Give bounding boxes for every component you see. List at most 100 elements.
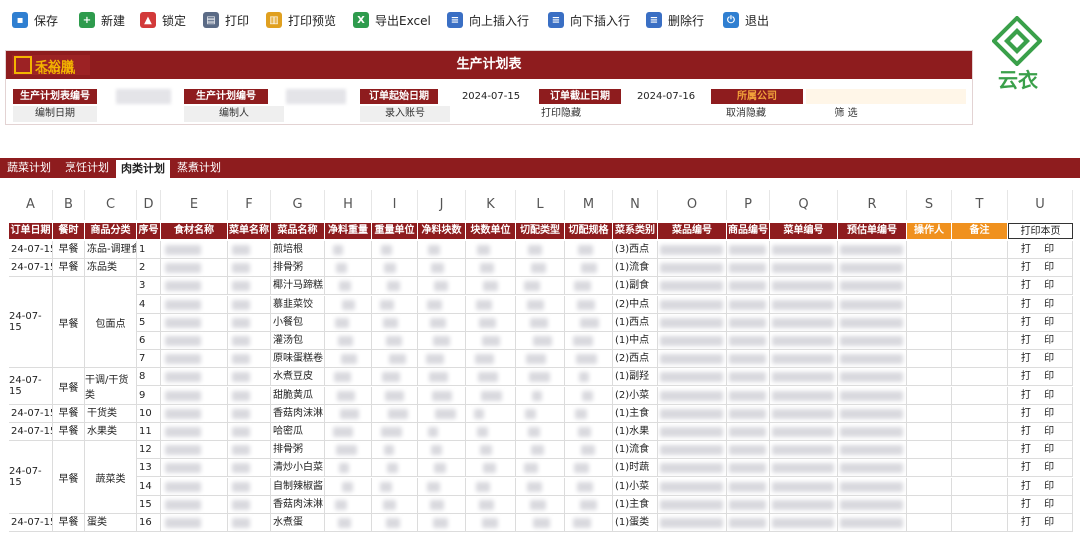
cell-redacted[interactable]: [516, 477, 565, 496]
cell-redacted[interactable]: [565, 350, 613, 369]
cell-redacted[interactable]: [770, 241, 838, 259]
cell-redacted[interactable]: [727, 423, 770, 441]
merged-cell-cat[interactable]: 干调/干货类: [85, 368, 137, 405]
cell-no[interactable]: 13: [137, 459, 161, 478]
cell-redacted[interactable]: [228, 277, 271, 296]
cell-redacted[interactable]: [838, 350, 907, 369]
cell-no[interactable]: 1: [137, 241, 161, 259]
column-letter-Q[interactable]: Q: [770, 190, 838, 220]
cell-redacted[interactable]: [770, 514, 838, 532]
column-letter-A[interactable]: A: [9, 190, 53, 220]
cell-cuisine-type[interactable]: (2)西点: [613, 350, 658, 369]
column-letter-I[interactable]: I: [372, 190, 418, 220]
cell-cuisine-type[interactable]: (1)小菜: [613, 477, 658, 496]
cell-redacted[interactable]: [770, 459, 838, 478]
cell-dish[interactable]: 哈密瓜: [271, 423, 325, 441]
cell-redacted[interactable]: [161, 477, 228, 496]
print-row-button[interactable]: 打 印: [1008, 313, 1073, 332]
cell-redacted[interactable]: [228, 295, 271, 314]
cell-redacted[interactable]: [516, 259, 565, 278]
column-letter-D[interactable]: D: [137, 190, 161, 220]
cell-redacted[interactable]: [658, 368, 727, 387]
cell-redacted[interactable]: [466, 313, 516, 332]
cell-redacted[interactable]: [372, 277, 418, 296]
cell-redacted[interactable]: [770, 423, 838, 441]
cell-empty[interactable]: [952, 459, 1008, 478]
column-letter-R[interactable]: R: [838, 190, 907, 220]
cell-redacted[interactable]: [516, 277, 565, 296]
cell-redacted[interactable]: [161, 404, 228, 423]
cell-no[interactable]: 6: [137, 332, 161, 350]
cell-redacted[interactable]: [418, 514, 466, 532]
cell-empty[interactable]: [907, 259, 952, 278]
cell-redacted[interactable]: [565, 441, 613, 460]
cell-redacted[interactable]: [466, 277, 516, 296]
cell-redacted[interactable]: [516, 441, 565, 460]
cell-empty[interactable]: [952, 441, 1008, 460]
cell-redacted[interactable]: [372, 332, 418, 350]
cell-redacted[interactable]: [727, 514, 770, 532]
cell-redacted[interactable]: [727, 441, 770, 460]
cell-no[interactable]: 11: [137, 423, 161, 441]
cell-redacted[interactable]: [838, 404, 907, 423]
cell-redacted[interactable]: [727, 459, 770, 478]
cell-dish[interactable]: 椰汁马蹄糕: [271, 277, 325, 296]
cell-redacted[interactable]: [228, 368, 271, 387]
cell-redacted[interactable]: [565, 423, 613, 441]
cell-no[interactable]: 3: [137, 277, 161, 296]
column-letter-F[interactable]: F: [228, 190, 271, 220]
cell-redacted[interactable]: [466, 495, 516, 514]
cell-date[interactable]: 24-07-15: [9, 514, 53, 532]
cell-redacted[interactable]: [565, 386, 613, 405]
cell-empty[interactable]: [907, 313, 952, 332]
cell-empty[interactable]: [907, 241, 952, 259]
cell-redacted[interactable]: [161, 423, 228, 441]
cell-redacted[interactable]: [727, 477, 770, 496]
cell-empty[interactable]: [952, 295, 1008, 314]
cell-redacted[interactable]: [466, 350, 516, 369]
cell-redacted[interactable]: [325, 495, 372, 514]
print-row-button[interactable]: 打 印: [1008, 295, 1073, 314]
column-letter-H[interactable]: H: [325, 190, 372, 220]
cell-cuisine-type[interactable]: (1)蛋类: [613, 514, 658, 532]
cell-redacted[interactable]: [161, 441, 228, 460]
merged-cell-meal[interactable]: 早餐: [53, 368, 85, 405]
cell-redacted[interactable]: [658, 404, 727, 423]
cell-redacted[interactable]: [658, 514, 727, 532]
cell-dish[interactable]: 灌汤包: [271, 332, 325, 350]
cell-redacted[interactable]: [516, 514, 565, 532]
print-row-button[interactable]: 打 印: [1008, 441, 1073, 460]
tab-0[interactable]: 蔬菜计划: [0, 158, 58, 178]
cell-redacted[interactable]: [658, 386, 727, 405]
cell-redacted[interactable]: [466, 459, 516, 478]
cell-redacted[interactable]: [418, 495, 466, 514]
cell-redacted[interactable]: [838, 386, 907, 405]
cell-redacted[interactable]: [565, 514, 613, 532]
cell-no[interactable]: 2: [137, 259, 161, 278]
cell-empty[interactable]: [952, 386, 1008, 405]
cell-redacted[interactable]: [770, 441, 838, 460]
cell-meal[interactable]: 早餐: [53, 404, 85, 423]
cell-cuisine-type[interactable]: (1)水果: [613, 423, 658, 441]
column-letter-K[interactable]: K: [466, 190, 516, 220]
cell-redacted[interactable]: [770, 386, 838, 405]
tab-3[interactable]: 蒸煮计划: [172, 158, 226, 178]
cell-redacted[interactable]: [325, 241, 372, 259]
cell-redacted[interactable]: [727, 295, 770, 314]
cell-redacted[interactable]: [838, 423, 907, 441]
cell-redacted[interactable]: [658, 313, 727, 332]
cell-redacted[interactable]: [161, 259, 228, 278]
cell-redacted[interactable]: [658, 259, 727, 278]
cell-cuisine-type[interactable]: (2)中点: [613, 295, 658, 314]
cell-date[interactable]: 24-07-15: [9, 259, 53, 278]
cell-redacted[interactable]: [770, 313, 838, 332]
column-letter-C[interactable]: C: [85, 190, 137, 220]
cell-redacted[interactable]: [418, 350, 466, 369]
cell-redacted[interactable]: [658, 459, 727, 478]
cell-empty[interactable]: [952, 313, 1008, 332]
cell-redacted[interactable]: [228, 404, 271, 423]
cell-redacted[interactable]: [418, 477, 466, 496]
cell-redacted[interactable]: [325, 386, 372, 405]
toolbar-button-0[interactable]: ▪ 保存: [12, 11, 58, 29]
cell-redacted[interactable]: [565, 277, 613, 296]
